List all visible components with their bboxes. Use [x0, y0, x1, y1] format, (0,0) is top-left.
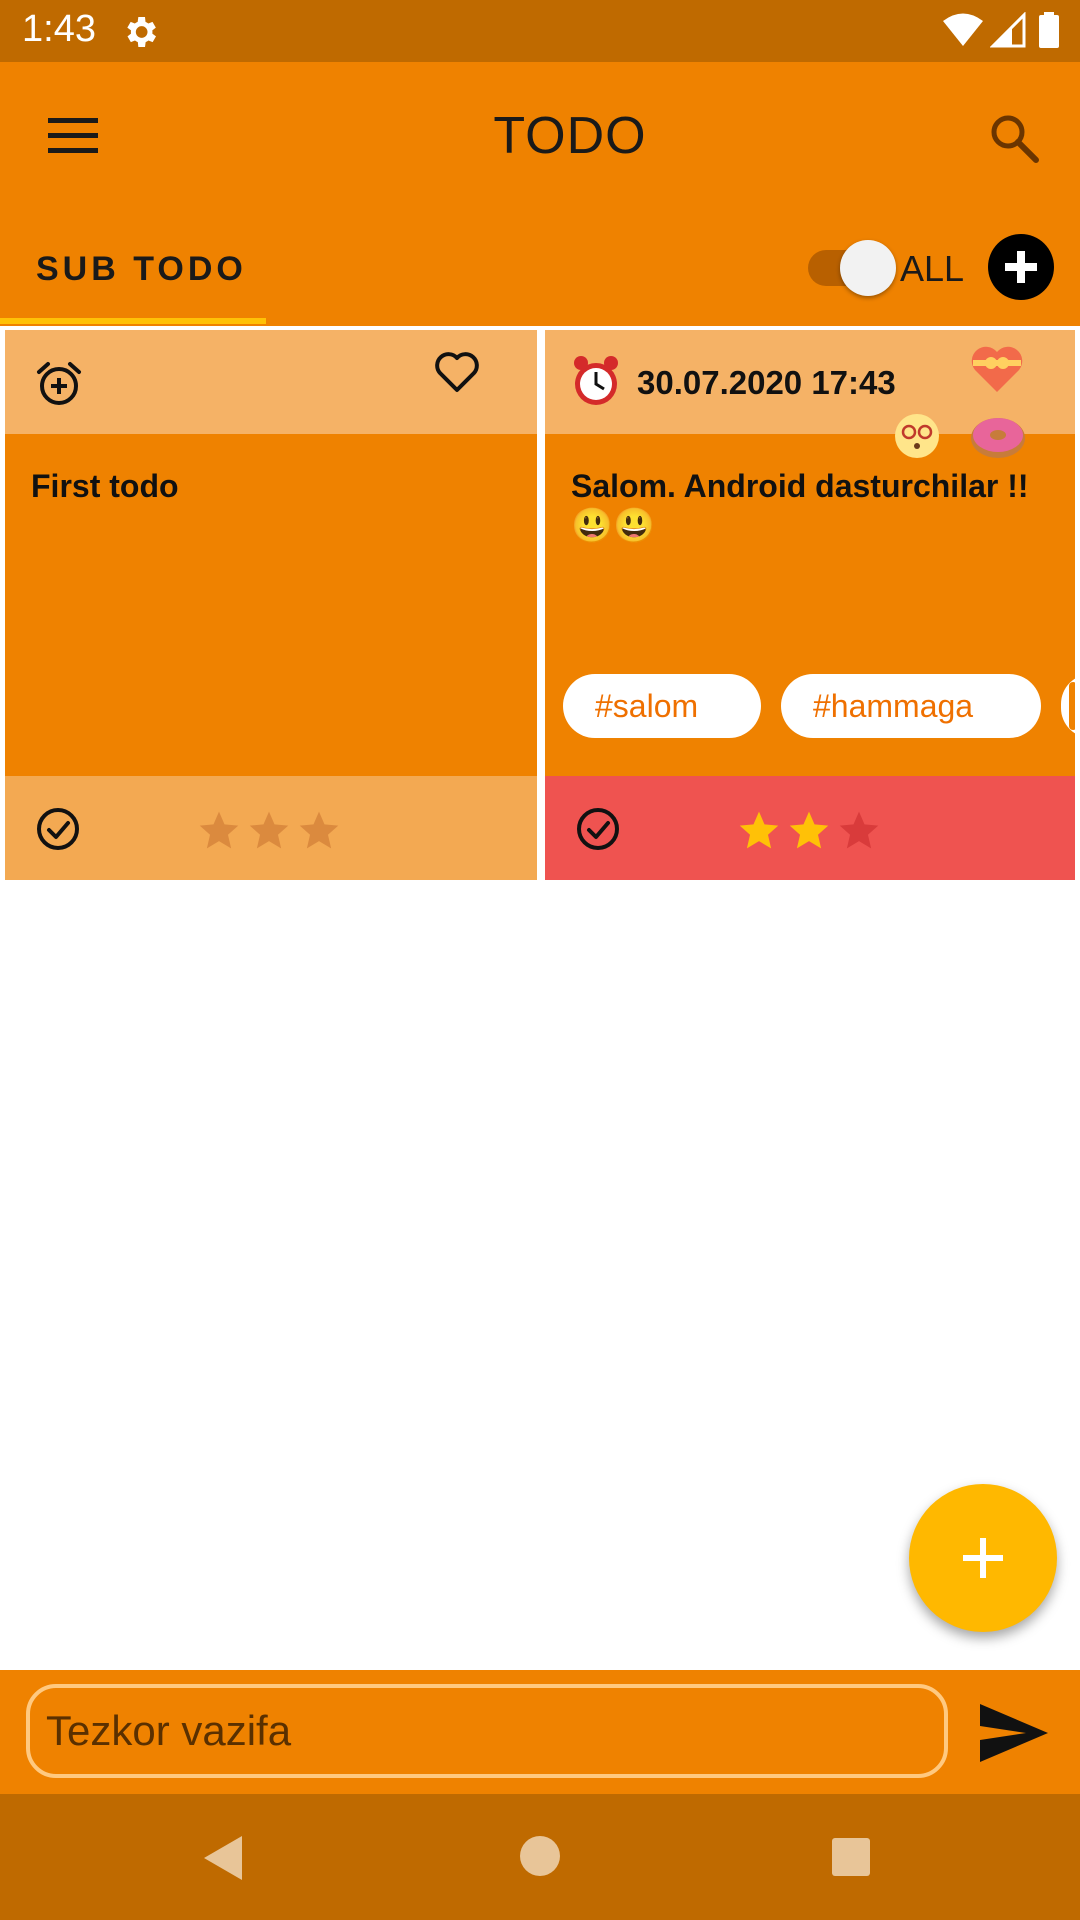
- star-icon[interactable]: [247, 808, 291, 857]
- battery-icon: [1038, 12, 1060, 48]
- send-icon[interactable]: [976, 1700, 1052, 1766]
- nav-home-icon[interactable]: [520, 1836, 560, 1876]
- donut-icon: [969, 412, 1027, 460]
- plus-icon: [963, 1538, 1003, 1578]
- heart-ribbon-icon[interactable]: [969, 346, 1025, 394]
- todo-date: 30.07.2020 17:43: [637, 364, 896, 401]
- tag-chip[interactable]: #salom: [563, 674, 761, 738]
- add-alarm-icon[interactable]: [35, 360, 83, 408]
- todo-title: Salom. Android dasturchilar !!: [571, 468, 1029, 504]
- alarm-clock-icon[interactable]: [571, 354, 621, 408]
- search-icon[interactable]: [986, 110, 1042, 166]
- check-circle-icon[interactable]: [35, 806, 81, 852]
- page-title: TODO: [493, 107, 647, 165]
- wifi-icon: [942, 12, 984, 48]
- all-toggle-thumb[interactable]: [840, 240, 896, 296]
- status-bar: [0, 0, 1080, 62]
- star-icon[interactable]: [197, 808, 241, 857]
- tag-chip[interactable]: #hammaga: [781, 674, 1041, 738]
- tag-chip-overflow-edge: [1069, 682, 1075, 730]
- all-toggle-label: ALL: [900, 248, 965, 289]
- settings-gear-icon: [120, 12, 160, 52]
- nav-recents-icon[interactable]: [832, 1838, 870, 1876]
- star-icon[interactable]: [737, 808, 781, 857]
- nav-back-icon[interactable]: [202, 1834, 246, 1882]
- status-time: 1:43: [22, 8, 96, 50]
- tab-indicator: [0, 318, 266, 324]
- todo-card[interactable]: 30.07.2020 17:43 Salom. Android dasturch…: [545, 330, 1075, 880]
- signal-icon: [989, 11, 1026, 48]
- tab-sub-todo-label: SUB TODO: [36, 250, 247, 288]
- star-icon[interactable]: [837, 808, 881, 857]
- dizzy-face-emoji-icon: [893, 412, 941, 460]
- quick-task-input[interactable]: [26, 1684, 948, 1778]
- todo-emoji-line: 😃😃: [571, 507, 656, 545]
- star-icon[interactable]: [297, 808, 341, 857]
- heart-outline-icon[interactable]: [433, 350, 481, 394]
- check-circle-icon[interactable]: [575, 806, 621, 852]
- todo-card[interactable]: First todo: [5, 330, 537, 880]
- plus-icon: [1005, 251, 1037, 283]
- add-todo-fab[interactable]: [909, 1484, 1057, 1632]
- add-circle-button[interactable]: [988, 234, 1054, 300]
- menu-icon[interactable]: [46, 112, 100, 158]
- star-icon[interactable]: [787, 808, 831, 857]
- todo-title: First todo: [31, 468, 179, 504]
